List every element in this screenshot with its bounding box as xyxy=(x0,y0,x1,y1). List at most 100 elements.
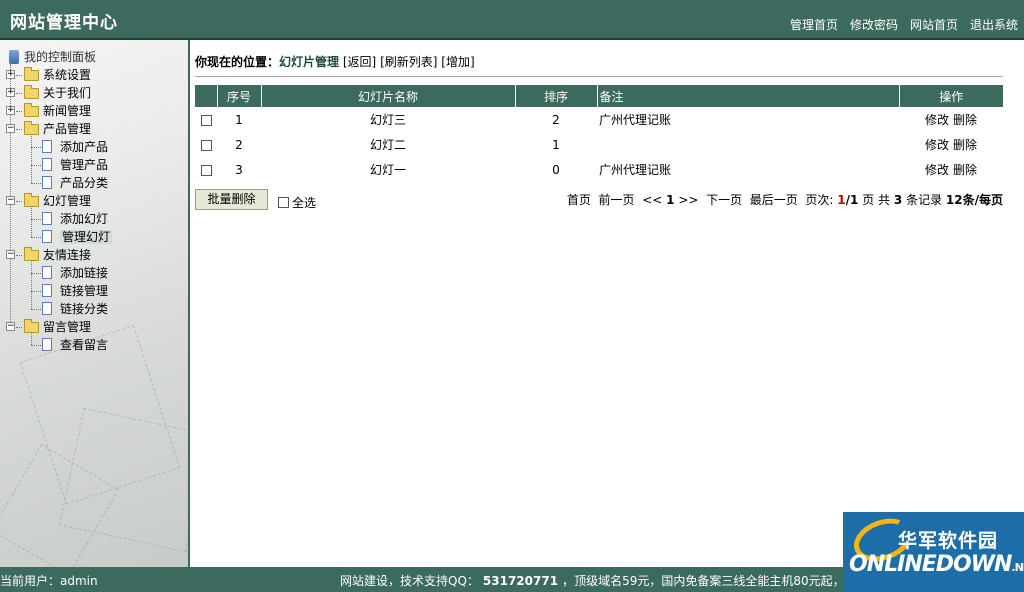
row-order: 2 xyxy=(552,112,560,127)
pager-page-unit: 页 xyxy=(862,193,875,207)
watermark-logo: 华军软件园 ONLINEDOWN.NET xyxy=(843,512,1024,592)
tree-item-label: 添加产品 xyxy=(60,140,109,154)
row-id: 2 xyxy=(235,137,243,152)
header-nav: 管理首页 修改密码 网站首页 退出系统 xyxy=(790,16,1018,33)
tree-item-3-0[interactable]: 添加产品 xyxy=(6,138,108,156)
page-icon xyxy=(42,266,52,279)
delete-link[interactable]: 删除 xyxy=(953,163,977,177)
breadcrumb: 你现在的位置：幻灯片管理 [返回] [刷新列表] [增加] xyxy=(195,53,475,70)
edit-link[interactable]: 修改 xyxy=(925,113,949,127)
tree-connector xyxy=(31,134,32,183)
breadcrumb-prefix: 你现在的位置： xyxy=(195,55,280,69)
pager-page-num[interactable]: 1 xyxy=(666,193,674,207)
table-row: 2 幻灯二 1 修改 删除 xyxy=(195,132,1003,157)
collapse-icon[interactable]: − xyxy=(6,250,15,259)
tree-item-5-0[interactable]: 添加链接 xyxy=(6,264,108,282)
page-icon xyxy=(42,302,52,315)
tree-group-label: 关于我们 xyxy=(43,86,92,100)
pager-total-pages: /1 xyxy=(845,193,859,207)
pager-first[interactable]: 首页 xyxy=(567,193,591,207)
row-actions: 修改 删除 xyxy=(899,107,1003,132)
collapse-icon[interactable]: − xyxy=(6,322,15,331)
col-note: 备注 xyxy=(597,85,900,107)
tree-group-label: 产品管理 xyxy=(43,122,92,136)
pager-last[interactable]: 最后一页 xyxy=(750,193,798,207)
col-select xyxy=(195,85,218,107)
tree-connector xyxy=(16,201,22,202)
select-all-label: 全选 xyxy=(292,196,317,210)
pager-prev[interactable]: 前一页 xyxy=(599,193,635,207)
nav-admin-home[interactable]: 管理首页 xyxy=(790,16,838,33)
tree-item-5-1[interactable]: 链接管理 xyxy=(6,282,108,300)
expand-icon[interactable]: + xyxy=(6,106,15,115)
collapse-icon[interactable]: − xyxy=(6,196,15,205)
expand-icon[interactable]: + xyxy=(6,70,15,79)
edit-link[interactable]: 修改 xyxy=(925,138,949,152)
tree-item-3-1[interactable]: 管理产品 xyxy=(6,156,108,174)
col-name: 幻灯片名称 xyxy=(261,85,516,107)
tree-connector xyxy=(31,237,41,238)
refresh-list-link[interactable]: [刷新列表] xyxy=(380,55,437,69)
tree-group-4[interactable]: − 幻灯管理 xyxy=(6,192,91,210)
tree-item-4-1[interactable]: 管理幻灯 xyxy=(6,228,113,246)
page-icon xyxy=(42,176,52,189)
tree-group-label: 友情连接 xyxy=(43,248,92,262)
pager-per-page: 12条/每页 xyxy=(945,193,1003,207)
tree-item-label: 添加链接 xyxy=(60,266,109,280)
support-info: 网站建设，技术支持QQ： 531720771 ，顶级域名59元，国内免备案三线全能主… xyxy=(340,572,869,589)
tree-item-label: 链接分类 xyxy=(60,302,109,316)
col-order: 排序 xyxy=(515,85,598,107)
table-header-row: 序号 幻灯片名称 排序 备注 操作 xyxy=(195,85,1003,107)
select-all-checkbox[interactable] xyxy=(278,197,289,208)
tree-connector xyxy=(31,206,32,237)
tree-group-0[interactable]: + 系统设置 xyxy=(6,66,91,84)
delete-link[interactable]: 删除 xyxy=(953,113,977,127)
tree-item-label: 添加幻灯 xyxy=(60,212,109,226)
watermark-en: ONLINEDOWN.NET xyxy=(849,552,1024,577)
tree-connector xyxy=(31,183,41,184)
support-qq: 531720771 xyxy=(482,574,559,588)
tree-connector xyxy=(31,147,41,148)
tree-root[interactable]: 我的控制面板 xyxy=(6,48,96,66)
tree-item-3-2[interactable]: 产品分类 xyxy=(6,174,108,192)
sidebar: 我的控制面板 + 系统设置 + 关于我们 + 新闻管理 − 产品管理 添加产品 管理产品 产品分类 − 幻… xyxy=(0,40,188,567)
row-checkbox[interactable] xyxy=(200,164,212,176)
table-row: 3 幻灯一 0 广州代理记账 修改 删除 xyxy=(195,157,1003,182)
tree-item-5-2[interactable]: 链接分类 xyxy=(6,300,108,318)
tree-group-2[interactable]: + 新闻管理 xyxy=(6,102,91,120)
nav-logout[interactable]: 退出系统 xyxy=(970,16,1018,33)
back-link[interactable]: [返回] xyxy=(343,55,376,69)
delete-link[interactable]: 删除 xyxy=(953,138,977,152)
page-icon xyxy=(42,158,52,171)
col-actions: 操作 xyxy=(899,85,1003,107)
tree-group-label: 留言管理 xyxy=(43,320,92,334)
tree-group-3[interactable]: − 产品管理 xyxy=(6,120,91,138)
tree-group-label: 新闻管理 xyxy=(43,104,92,118)
tree-group-5[interactable]: − 友情连接 xyxy=(6,246,91,264)
row-actions: 修改 删除 xyxy=(899,132,1003,157)
pager-records-unit: 条记录 xyxy=(906,193,943,207)
tree-group-1[interactable]: + 关于我们 xyxy=(6,84,91,102)
col-id: 序号 xyxy=(217,85,262,107)
tree-item-label: 链接管理 xyxy=(60,284,109,298)
tree-item-4-0[interactable]: 添加幻灯 xyxy=(6,210,108,228)
select-all[interactable]: 全选 xyxy=(278,194,316,211)
pager-total-prefix: 共 xyxy=(878,193,891,207)
tree-item-6-0[interactable]: 查看留言 xyxy=(6,336,108,354)
pager-next-arrow[interactable]: >> xyxy=(678,193,698,207)
row-name: 幻灯三 xyxy=(369,113,406,127)
tree-group-6[interactable]: − 留言管理 xyxy=(6,318,91,336)
nav-change-password[interactable]: 修改密码 xyxy=(850,16,898,33)
pager-next[interactable]: 下一页 xyxy=(706,193,742,207)
add-link[interactable]: [增加] xyxy=(441,55,474,69)
row-checkbox[interactable] xyxy=(200,114,212,126)
nav-site-home[interactable]: 网站首页 xyxy=(910,16,958,33)
expand-icon[interactable]: + xyxy=(6,88,15,97)
tree-root-label: 我的控制面板 xyxy=(24,50,97,64)
row-checkbox[interactable] xyxy=(200,139,212,151)
watermark-en-suffix: .NET xyxy=(1011,561,1024,574)
edit-link[interactable]: 修改 xyxy=(925,163,949,177)
pager-prev-arrow[interactable]: << xyxy=(642,193,662,207)
bulk-delete-button[interactable]: 批量删除 xyxy=(195,189,268,210)
collapse-icon[interactable]: − xyxy=(6,124,15,133)
